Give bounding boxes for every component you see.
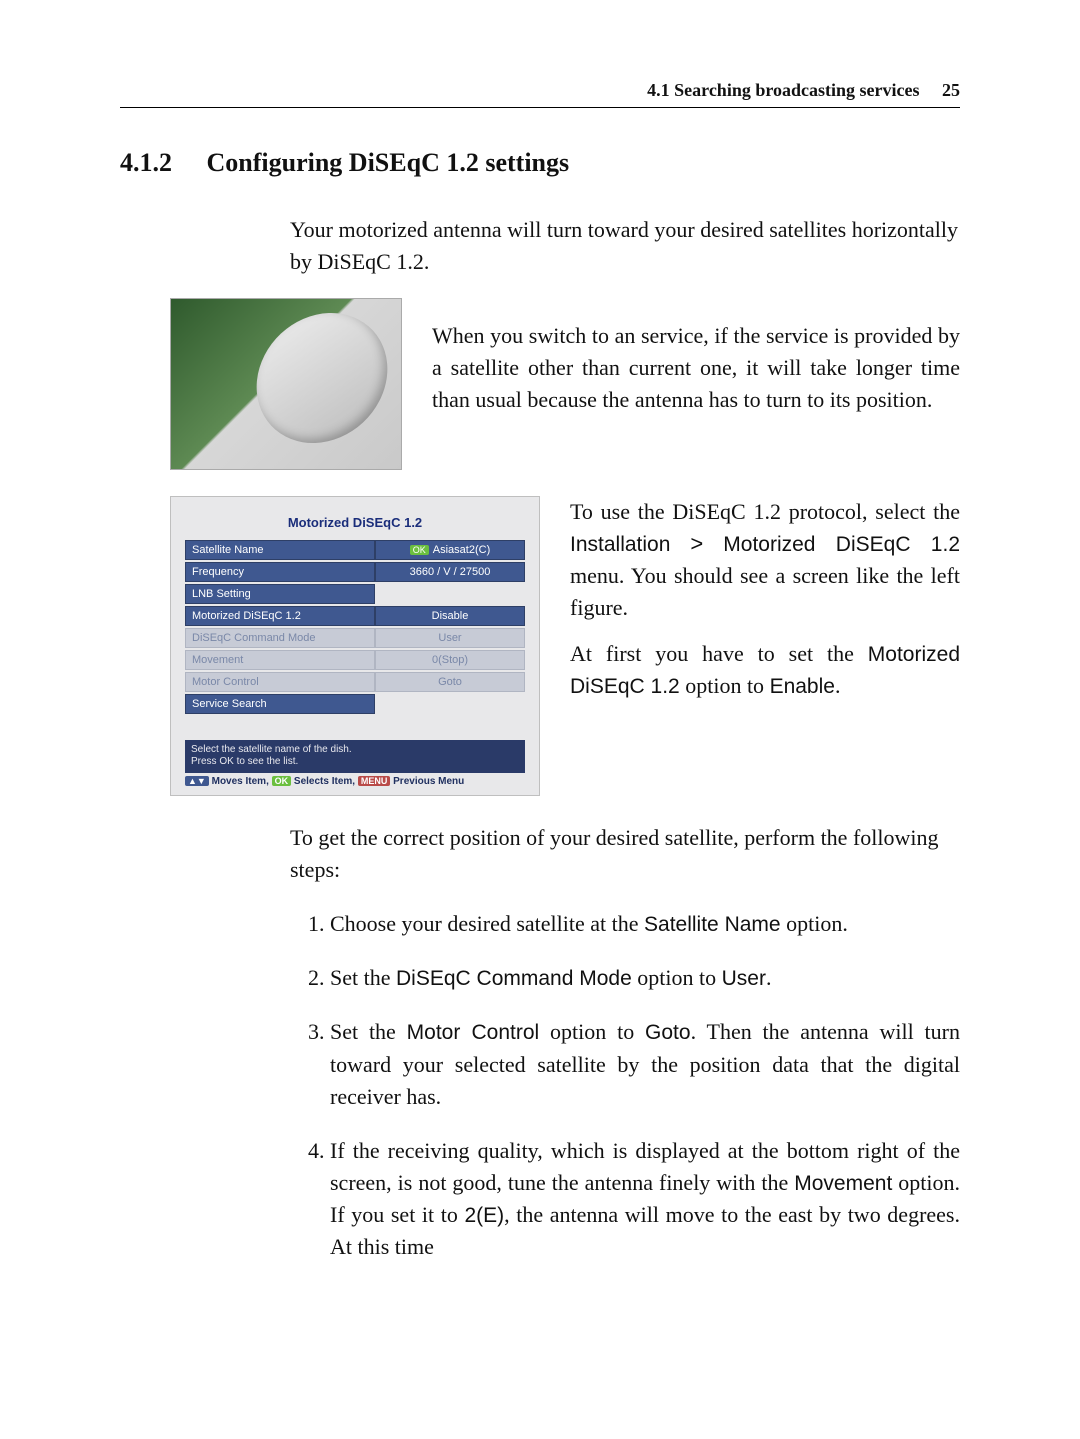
menu-item-movement: Movement 0(Stop)	[185, 650, 525, 670]
after-paragraph: To get the correct position of your desi…	[290, 822, 960, 886]
arrows-icon: ▲▼	[185, 776, 209, 786]
side-paragraph-2: At first you have to set the Motorized D…	[570, 638, 960, 703]
menu-label: LNB Setting	[185, 584, 375, 604]
menu-label: Frequency	[185, 562, 375, 582]
menu-item-satellite-name[interactable]: Satellite Name OKAsiasat2(C)	[185, 540, 525, 560]
menu-item-frequency[interactable]: Frequency 3660 / V / 27500	[185, 562, 525, 582]
menu-value: OKAsiasat2(C)	[375, 540, 525, 560]
menu-value: 0(Stop)	[375, 650, 525, 670]
menu-label: Satellite Name	[185, 540, 375, 560]
ok-badge: OK	[410, 545, 429, 555]
enable-value: Enable	[770, 675, 835, 698]
menu-screenshot: Motorized DiSEqC 1.2 Satellite Name OKAs…	[170, 496, 540, 796]
menu-item-service-search[interactable]: Service Search	[185, 694, 525, 714]
menu-item-diseqc-command-mode: DiSEqC Command Mode User	[185, 628, 525, 648]
step-3: Set the Motor Control option to Goto. Th…	[330, 1016, 960, 1112]
menu-row-container: Motorized DiSEqC 1.2 Satellite Name OKAs…	[120, 496, 960, 796]
menu-nav-bar: ▲▼ Moves Item, OK Selects Item, MENU Pre…	[185, 776, 525, 787]
user-value: User	[722, 967, 766, 990]
step-1: Choose your desired satellite at the Sat…	[330, 908, 960, 940]
page: 4.1 Searching broadcasting services 25 4…	[0, 0, 1080, 1439]
diseqc-command-mode-label: DiSEqC Command Mode	[396, 967, 632, 990]
after-shot: To get the correct position of your desi…	[290, 822, 960, 1264]
menu-value: 3660 / V / 27500	[375, 562, 525, 582]
goto-value: Goto	[645, 1021, 691, 1044]
motorized-diseqc-label: Motorized DiSEqC 1.2	[723, 533, 960, 556]
menu-label: Motorized DiSEqC 1.2	[185, 606, 375, 626]
step-4: If the receiving quality, which is displ…	[330, 1135, 960, 1264]
side-text: To use the DiSEqC 1.2 protocol, select t…	[570, 496, 960, 796]
menu-icon: MENU	[358, 776, 391, 786]
menu-item-motor-control: Motor Control Goto	[185, 672, 525, 692]
running-head: 4.1 Searching broadcasting services 25	[120, 80, 960, 108]
menu-value: User	[375, 628, 525, 648]
satellite-name-label: Satellite Name	[644, 913, 781, 936]
top-paragraph: When you switch to an service, if the se…	[432, 320, 960, 448]
menu-item-lnb-setting[interactable]: LNB Setting	[185, 584, 525, 604]
menu-label: Service Search	[185, 694, 375, 714]
menu-label: Movement	[185, 650, 375, 670]
menu-value	[375, 694, 525, 714]
menu-label: Motor Control	[185, 672, 375, 692]
section-title: Configuring DiSEqC 1.2 settings	[207, 148, 570, 177]
menu-value	[375, 584, 525, 604]
menu-hint: Select the satellite name of the dish. P…	[185, 740, 525, 773]
section-heading: 4.1.2 Configuring DiSEqC 1.2 settings	[120, 148, 960, 178]
movement-label: Movement	[794, 1172, 892, 1195]
steps-list: Choose your desired satellite at the Sat…	[290, 908, 960, 1264]
step-2: Set the DiSEqC Command Mode option to Us…	[330, 962, 960, 994]
two-east-value: 2(E)	[464, 1204, 504, 1227]
intro-paragraph: Your motorized antenna will turn toward …	[290, 214, 960, 278]
installation-label: Installation	[570, 533, 670, 556]
side-paragraph-1: To use the DiSEqC 1.2 protocol, select t…	[570, 496, 960, 624]
menu-title: Motorized DiSEqC 1.2	[185, 515, 525, 530]
photo-row: When you switch to an service, if the se…	[120, 298, 960, 470]
running-head-section: 4.1 Searching broadcasting services	[647, 80, 919, 100]
menu-bottom: Select the satellite name of the dish. P…	[185, 740, 525, 787]
antenna-photo	[170, 298, 402, 470]
menu-value: Goto	[375, 672, 525, 692]
menu-value: Disable	[375, 606, 525, 626]
ok-icon: OK	[272, 776, 292, 786]
section-number: 4.1.2	[120, 148, 172, 178]
page-number: 25	[942, 80, 960, 100]
menu-label: DiSEqC Command Mode	[185, 628, 375, 648]
menu-item-motorized-diseqc[interactable]: Motorized DiSEqC 1.2 Disable	[185, 606, 525, 626]
motor-control-label: Motor Control	[407, 1021, 540, 1044]
